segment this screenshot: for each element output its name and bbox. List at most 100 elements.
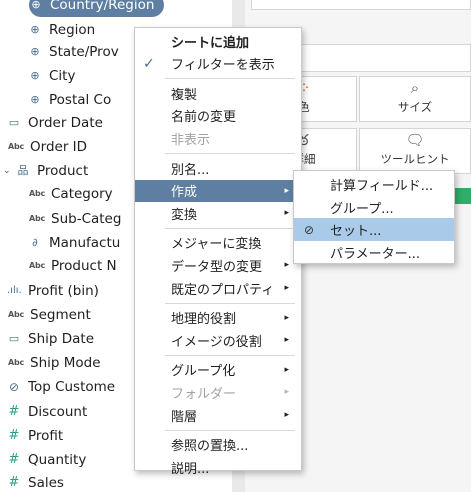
submenu-arrow-icon: ▸ — [284, 364, 289, 375]
menu-item[interactable]: 地理的役割 ▸ — [135, 307, 301, 329]
submenu-arrow-icon: ▸ — [284, 410, 289, 420]
paperclip-icon: ∂ — [32, 236, 38, 249]
menu-item-label: シートに追加 — [171, 35, 250, 51]
menu-item[interactable]: 作成 ▸ — [135, 179, 301, 202]
menu-item-label: イメージの役割 — [171, 334, 262, 350]
menu-item-label: 変換 — [171, 207, 198, 223]
menu-item-label: 名前の変更 — [171, 110, 237, 126]
menu-item-label: 作成 — [171, 185, 198, 201]
tooltip-icon: 🗨 — [405, 131, 425, 149]
field-item[interactable]: Abc Ship Mode — [7, 351, 101, 375]
field-item[interactable]: ⊕ Postal Co — [28, 88, 111, 112]
menu-separator — [165, 354, 295, 356]
menu-item[interactable]: 変換 ▸ — [135, 202, 301, 224]
field-item[interactable]: Abc Segment — [7, 303, 91, 327]
submenu-item-label: グループ... — [330, 201, 394, 217]
field-item[interactable]: ⊕ City — [28, 64, 75, 88]
submenu-arrow-icon: ▸ — [284, 260, 289, 271]
menu-item-label: 地理的役割 — [171, 312, 237, 328]
submenu-item[interactable]: グループ... — [294, 196, 454, 219]
field-item[interactable]: ⊕ Region — [28, 18, 95, 42]
tooltip-button[interactable]: 🗨 ツールヒント — [359, 128, 471, 174]
field-item[interactable]: ▭ Ship Date — [7, 327, 94, 351]
menu-item[interactable]: 複製 — [135, 82, 301, 104]
menu-item: 非表示 — [135, 127, 301, 149]
field-item[interactable]: Abc Sub-Categ — [28, 207, 121, 231]
submenu-item-label: セット... — [330, 224, 382, 239]
field-item[interactable]: # Profit — [7, 424, 64, 448]
menu-separator — [165, 153, 295, 154]
menu-item-label: グループ化 — [171, 364, 236, 380]
columns-shelf[interactable] — [251, 0, 471, 10]
globe-icon: ⊕ — [30, 69, 40, 82]
submenu-arrow-icon: ▸ — [284, 185, 289, 196]
field-item[interactable]: Abc Product N — [28, 254, 117, 278]
field-label: Manufactu — [49, 235, 121, 251]
field-item[interactable]: Abc Category — [28, 182, 113, 206]
submenu-arrow-icon: ▸ — [284, 312, 289, 323]
field-label: Ship Mode — [30, 355, 101, 371]
menu-item-label: データ型の変更 — [171, 259, 263, 275]
field-item[interactable]: ∂ Manufactu — [28, 231, 120, 255]
size-button[interactable]: ⌕ サイズ — [359, 76, 471, 122]
submenu-item[interactable]: 計算フィールド... — [294, 173, 454, 196]
field-item[interactable]: ⊕ State/Prov — [28, 40, 118, 64]
menu-item[interactable]: 別名... — [135, 157, 301, 179]
menu-item[interactable]: 参照の置換... — [135, 434, 301, 456]
submenu-arrow-icon: ▸ — [284, 387, 289, 398]
field-item[interactable]: ▭ Order Date — [7, 111, 103, 135]
abc-icon: Abc — [28, 214, 46, 223]
abc-icon: Abc — [7, 310, 25, 319]
set-icon: ⊘ — [8, 380, 20, 394]
field-item[interactable]: ⌄ 品 Product — [3, 159, 88, 183]
field-item[interactable]: ⊘ Top Custome — [7, 375, 115, 399]
menu-item-label: 複製 — [171, 87, 198, 103]
measure-icon: # — [8, 428, 20, 443]
field-item[interactable]: # Sales — [7, 471, 64, 492]
abc-icon: Abc — [28, 261, 46, 270]
field-item[interactable]: Abc Order ID — [7, 135, 87, 159]
menu-item[interactable]: 階層 ▸ — [135, 404, 301, 426]
calendar-icon: ▭ — [8, 116, 20, 129]
menu-item-label: フォルダー — [171, 386, 237, 402]
field-item[interactable]: ⊕ Country/Region — [29, 0, 165, 17]
field-label: Product — [37, 163, 89, 179]
submenu-arrow-icon: ▸ — [284, 283, 289, 293]
context-menu: シートに追加 ✓ フィルターを表示 複製 名前の変更 非表示 別名... 作成 ▸ 変換 ▸ メジャー… — [134, 27, 302, 477]
field-label: Product N — [51, 258, 117, 274]
menu-item[interactable]: グループ化 ▸ — [135, 359, 301, 381]
abc-icon: Abc — [7, 142, 25, 151]
menu-item[interactable]: イメージの役割 ▸ — [135, 329, 301, 351]
field-item[interactable]: # Quantity — [7, 448, 87, 472]
field-label: Order ID — [30, 139, 88, 155]
menu-item-label: メジャーに変換 — [171, 237, 262, 253]
field-label: Profit — [28, 428, 64, 444]
submenu-item[interactable]: ⊘ セット... — [294, 218, 454, 241]
menu-item-label: フィルターを表示 — [171, 58, 275, 74]
field-label: Category — [51, 186, 113, 202]
measure-icon: # — [8, 475, 20, 490]
card-label: ツールヒント — [380, 152, 450, 166]
submenu-item-label: 計算フィールド... — [330, 179, 434, 194]
field-label: Region — [49, 22, 96, 38]
submenu-item[interactable]: パラメーター... — [294, 241, 454, 264]
menu-separator — [165, 78, 295, 80]
menu-item-label: 非表示 — [171, 132, 211, 148]
menu-item[interactable]: シートに追加 — [135, 30, 301, 52]
field-item[interactable]: .ılı. Profit (bin) — [7, 279, 99, 303]
menu-separator — [165, 302, 295, 304]
globe-icon: ⊕ — [30, 45, 40, 58]
hierarchy-icon: 品 — [17, 164, 29, 177]
menu-item[interactable]: ✓ フィルターを表示 — [135, 53, 301, 75]
field-item[interactable]: # Discount — [7, 400, 88, 424]
menu-item[interactable]: データ型の変更 ▸ — [135, 254, 301, 276]
field-label: Ship Date — [28, 331, 95, 347]
calendar-icon: ▭ — [8, 332, 20, 345]
menu-item[interactable]: メジャーに変換 — [135, 232, 301, 254]
menu-item[interactable]: 名前の変更 — [135, 105, 301, 127]
chevron-down-icon[interactable]: ⌄ — [3, 166, 13, 176]
field-label: Country/Region — [50, 0, 155, 13]
menu-item[interactable]: 説明... — [135, 456, 301, 478]
submenu-arrow-icon: ▸ — [284, 335, 289, 346]
menu-item[interactable]: 既定のプロパティ ▸ — [135, 277, 301, 299]
